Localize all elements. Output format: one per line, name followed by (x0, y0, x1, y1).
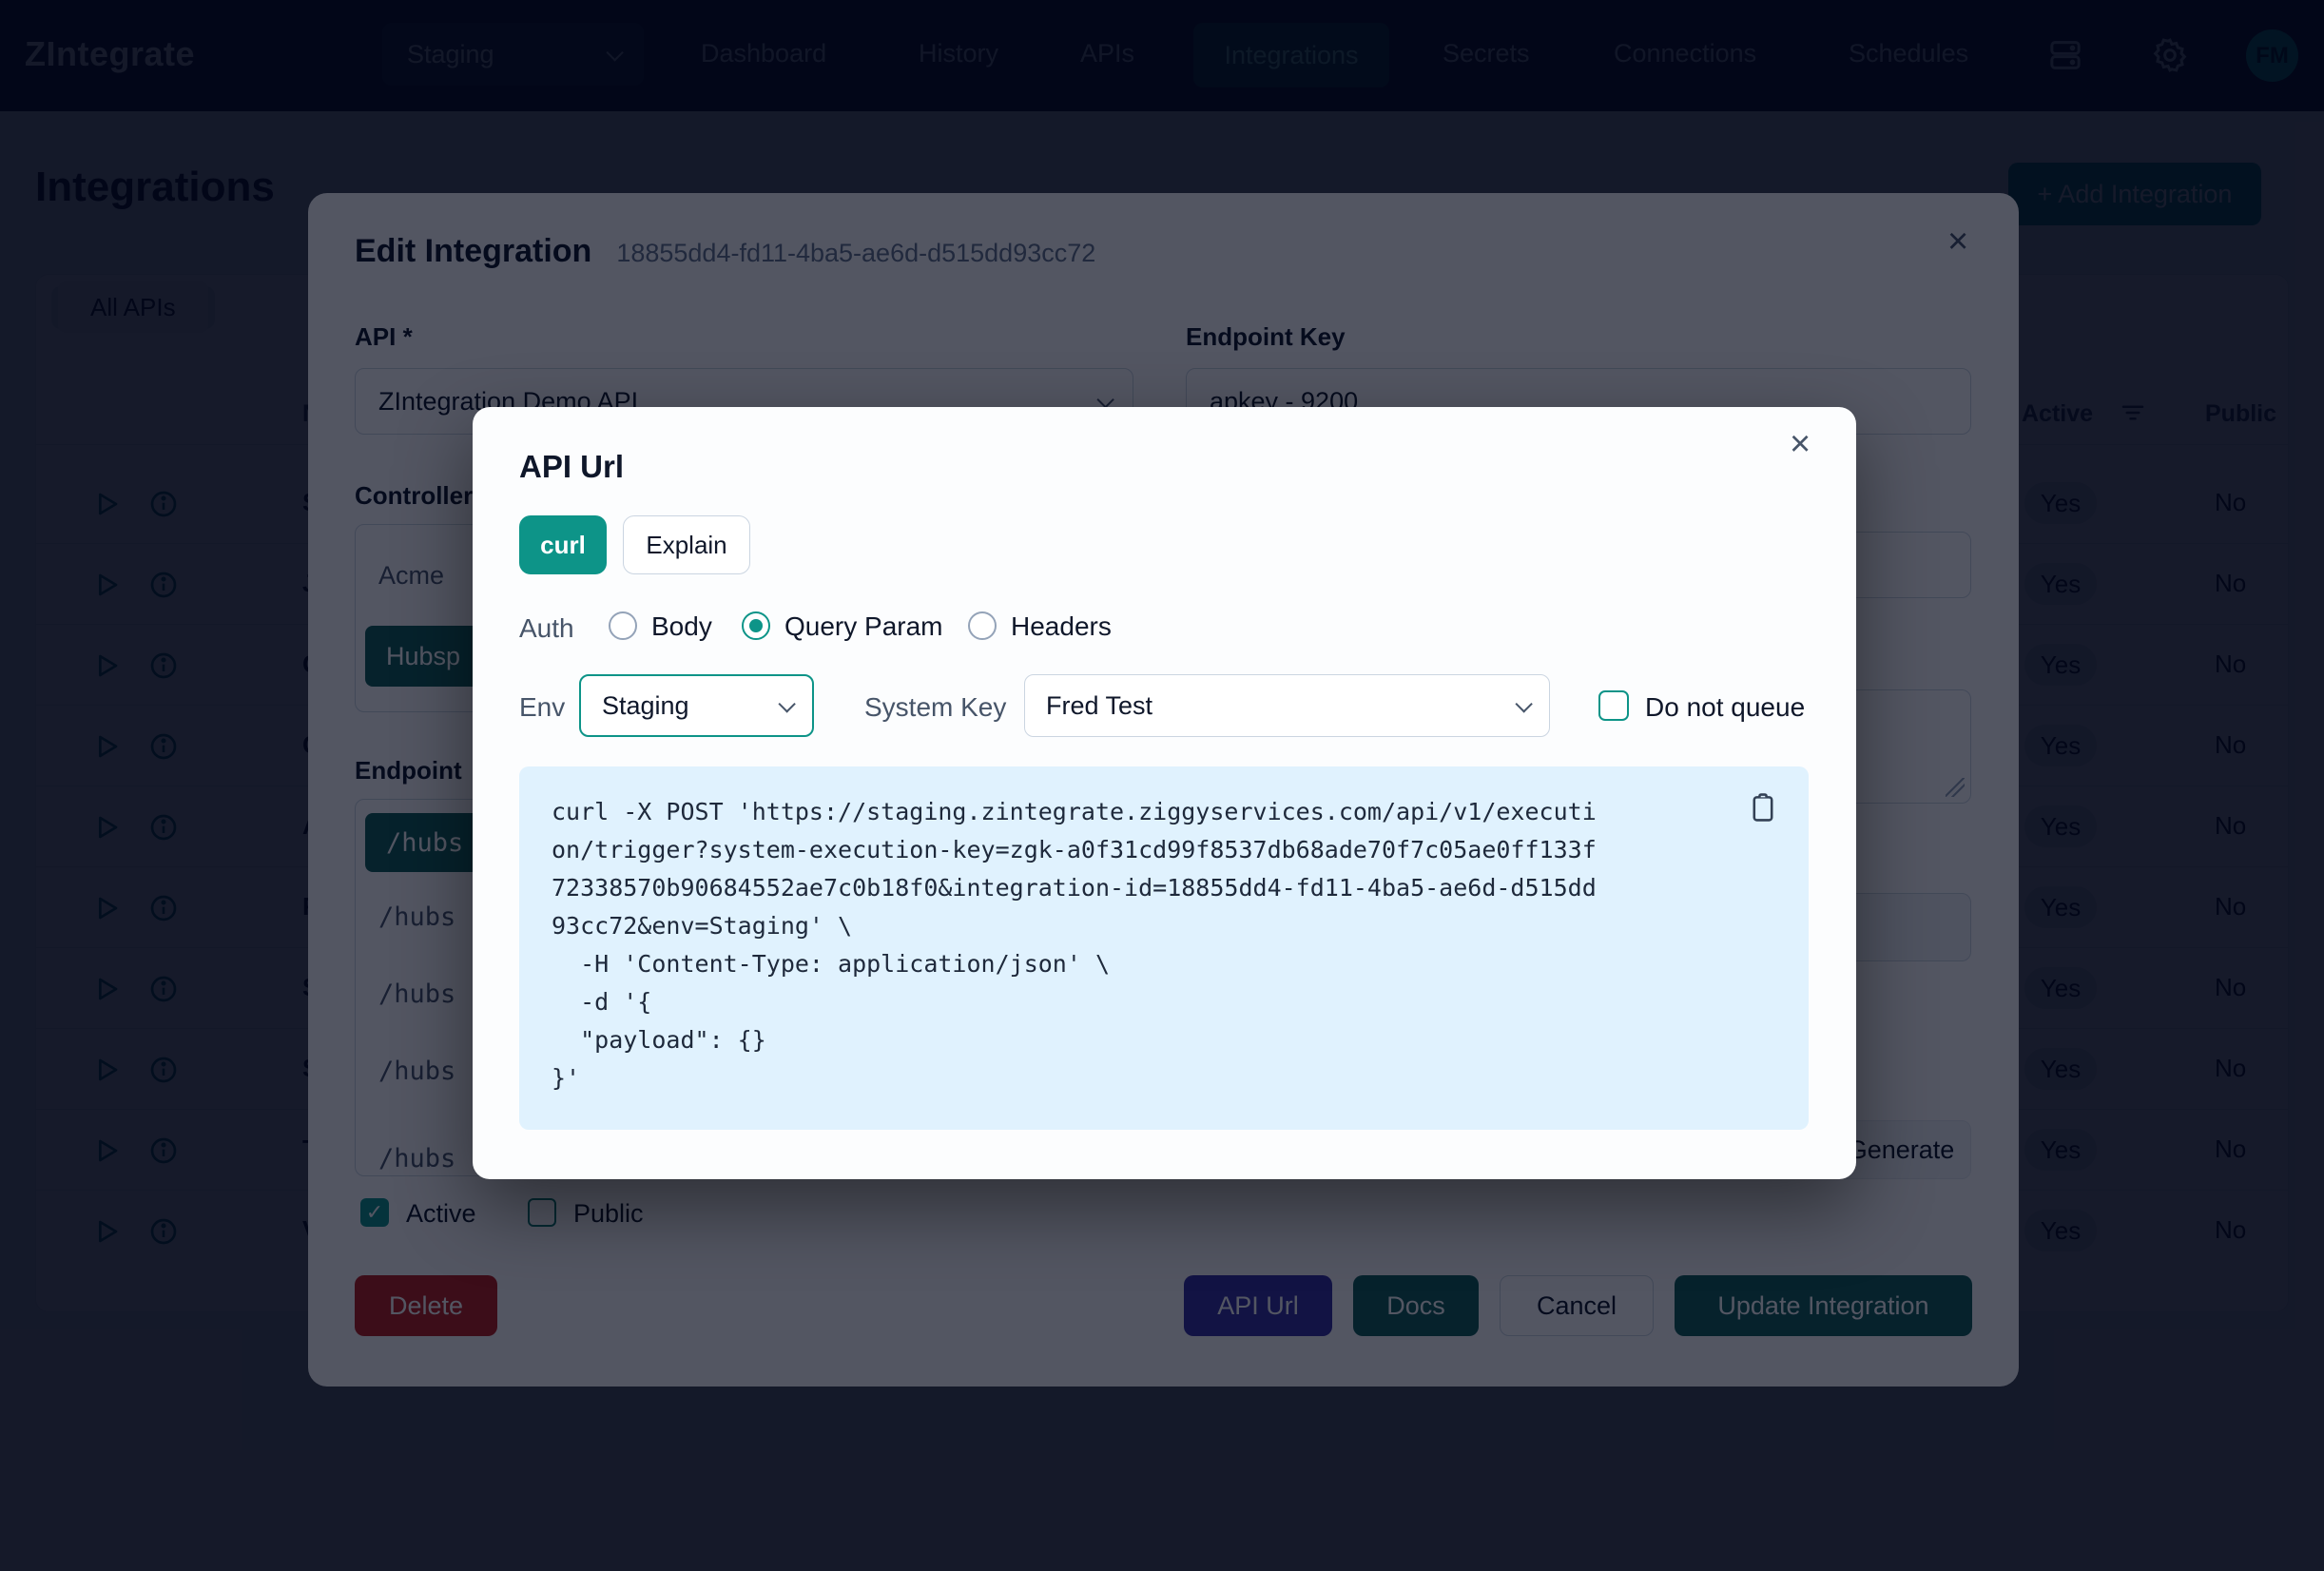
env-select[interactable]: Staging (579, 674, 814, 737)
auth-radio-headers[interactable] (968, 611, 997, 640)
api-url-modal-title: API Url (519, 449, 624, 485)
auth-radio-headers-label[interactable]: Headers (1011, 611, 1112, 642)
copy-icon[interactable] (1747, 791, 1779, 824)
system-key-select-value: Fred Test (1046, 691, 1152, 721)
curl-command-text: curl -X POST 'https://staging.zintegrate… (552, 793, 1776, 1097)
system-key-label: System Key (864, 692, 1006, 723)
curl-tab[interactable]: curl (519, 515, 607, 574)
auth-radio-body[interactable] (609, 611, 637, 640)
system-key-select[interactable]: Fred Test (1024, 674, 1550, 737)
do-not-queue-label[interactable]: Do not queue (1645, 692, 1805, 723)
auth-radio-query-param-label[interactable]: Query Param (784, 611, 943, 642)
api-url-modal: × API Url curl Explain Auth Body Query P… (473, 407, 1856, 1179)
auth-label: Auth (519, 613, 574, 644)
env-label: Env (519, 692, 565, 723)
chevron-down-icon (1515, 695, 1532, 712)
auth-radio-body-label[interactable]: Body (651, 611, 712, 642)
chevron-down-icon (778, 695, 795, 712)
curl-code-block: curl -X POST 'https://staging.zintegrate… (519, 766, 1809, 1130)
do-not-queue-checkbox[interactable] (1598, 690, 1629, 721)
explain-tab[interactable]: Explain (623, 515, 750, 574)
env-select-value: Staging (602, 691, 689, 721)
close-icon[interactable]: × (1790, 426, 1811, 462)
auth-radio-query-param[interactable] (742, 611, 770, 640)
